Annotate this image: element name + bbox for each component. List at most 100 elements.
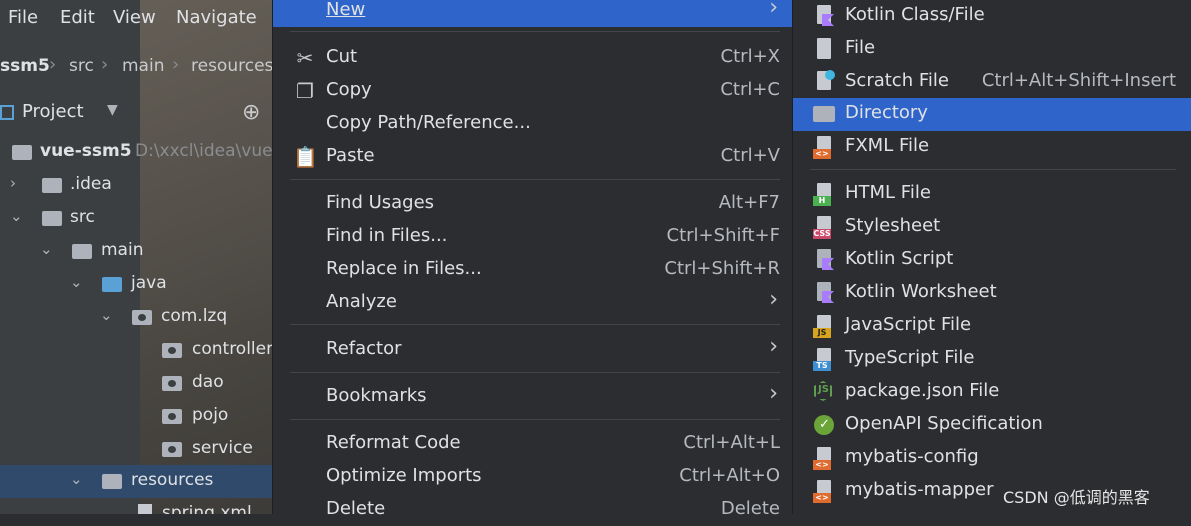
breadcrumb-resources[interactable]: resources <box>191 56 272 76</box>
breadcrumb-src[interactable]: src <box>69 56 94 76</box>
submenu-item-package-json[interactable]: JS package.json File <box>793 376 1191 409</box>
menu-item-label: Bookmarks <box>326 385 427 406</box>
menu-item-analyze[interactable]: Analyze › <box>273 286 792 319</box>
chevron-down-icon[interactable]: ⌄ <box>100 306 113 324</box>
menu-item-label: FXML File <box>845 135 930 156</box>
css-file-icon: CSS <box>813 215 837 239</box>
submenu-item-kotlin-script[interactable]: Kotlin Script <box>793 244 1191 277</box>
tree-item-java[interactable]: ⌄ java <box>0 268 272 301</box>
folder-icon <box>12 145 32 160</box>
tree-label: com.lzq <box>161 306 228 326</box>
tree-label: vue-ssm5 <box>40 141 132 161</box>
tree-item-root[interactable]: vue-ssm5 D:\xxcl\idea\vue <box>0 136 272 169</box>
menu-item-optimize-imports[interactable]: Optimize Imports Ctrl+Alt+O <box>273 460 792 493</box>
crosshair-icon[interactable]: ⊕ <box>242 100 260 125</box>
chevron-right-icon[interactable]: › <box>10 174 16 192</box>
menu-item-label: Copy Path/Reference... <box>326 112 531 133</box>
chevron-down-icon[interactable]: ⌄ <box>10 207 23 225</box>
tree-label: service <box>192 438 253 458</box>
submenu-item-fxml[interactable]: <> FXML File <box>793 131 1191 164</box>
project-toolwindow-header: Project ▼ ⊕ <box>0 97 272 131</box>
tree-item-spring-xml[interactable]: spring.xml <box>0 498 272 514</box>
tree-item-dao[interactable]: dao <box>0 367 272 400</box>
menu-item-label: mybatis-config <box>845 446 979 467</box>
chevron-down-icon[interactable]: ⌄ <box>70 273 83 291</box>
tree-item-com-lzq[interactable]: ⌄ com.lzq <box>0 301 272 334</box>
menu-item-label: Scratch File <box>845 70 949 91</box>
tree-label: controller <box>192 339 272 359</box>
chevron-right-icon: › <box>101 54 109 75</box>
tree-item-src[interactable]: ⌄ src <box>0 202 272 235</box>
scratch-file-icon <box>813 70 837 94</box>
chevron-down-icon[interactable]: ⌄ <box>70 470 83 488</box>
package-icon <box>132 310 152 325</box>
menu-item-paste[interactable]: 📋 Paste Ctrl+V <box>273 140 792 173</box>
shortcut-label: Ctrl+Shift+R <box>664 258 780 279</box>
tree-item-idea[interactable]: › .idea <box>0 169 272 202</box>
menu-separator <box>810 169 1176 170</box>
menu-item-bookmarks[interactable]: Bookmarks › <box>273 380 792 413</box>
submenu-item-scratch-file[interactable]: Scratch File Ctrl+Alt+Shift+Insert <box>793 66 1191 99</box>
shortcut-label: Ctrl+Alt+Shift+Insert <box>981 70 1176 91</box>
menu-item-cut[interactable]: ✂ Cut Ctrl+X <box>273 41 792 74</box>
project-view-title[interactable]: Project <box>22 101 84 122</box>
menu-item-refactor[interactable]: Refactor › <box>273 333 792 366</box>
submenu-arrow-icon: › <box>769 381 778 406</box>
tree-item-service[interactable]: service <box>0 433 272 466</box>
menu-navigate[interactable]: Navigate <box>176 7 257 28</box>
menu-item-label: Refactor <box>326 338 402 359</box>
chevron-down-icon[interactable]: ⌄ <box>40 240 53 258</box>
folder-icon <box>42 178 62 193</box>
project-icon <box>0 105 14 120</box>
menu-item-replace-in-files[interactable]: Replace in Files... Ctrl+Shift+R <box>273 253 792 286</box>
menu-item-label: Kotlin Worksheet <box>845 281 997 302</box>
submenu-item-stylesheet[interactable]: CSS Stylesheet <box>793 211 1191 244</box>
menu-item-label: Reformat Code <box>326 432 461 453</box>
tree-root-path: D:\xxcl\idea\vue <box>135 141 272 161</box>
menu-item-copy-path[interactable]: Copy Path/Reference... <box>273 107 792 140</box>
menu-view[interactable]: View <box>113 7 156 28</box>
menu-item-find-in-files[interactable]: Find in Files... Ctrl+Shift+F <box>273 220 792 253</box>
submenu-item-mybatis-config[interactable]: <> mybatis-config <box>793 442 1191 475</box>
package-icon <box>162 409 182 424</box>
kotlin-class-icon <box>813 4 837 28</box>
tree-label: pojo <box>192 405 229 425</box>
menu-edit[interactable]: Edit <box>60 7 95 28</box>
submenu-item-html[interactable]: H HTML File <box>793 178 1191 211</box>
folder-icon <box>813 102 837 126</box>
menu-item-find-usages[interactable]: Find Usages Alt+F7 <box>273 187 792 220</box>
submenu-item-openapi[interactable]: ✓ OpenAPI Specification <box>793 409 1191 442</box>
tree-item-pojo[interactable]: pojo <box>0 400 272 433</box>
menu-item-label: New <box>326 0 366 20</box>
shortcut-label: Ctrl+Shift+F <box>666 225 780 246</box>
menu-item-new[interactable]: New › <box>273 0 792 27</box>
menu-item-delete[interactable]: Delete Delete <box>273 493 792 526</box>
tree-item-resources[interactable]: ⌄ resources <box>0 465 272 498</box>
submenu-item-directory[interactable]: Directory <box>793 98 1191 131</box>
submenu-item-javascript[interactable]: JS JavaScript File <box>793 310 1191 343</box>
chevron-down-icon[interactable]: ▼ <box>107 102 118 118</box>
breadcrumb-main[interactable]: main <box>122 56 164 76</box>
shortcut-label: Delete <box>720 498 780 519</box>
submenu-item-kotlin-class[interactable]: Kotlin Class/File <box>793 0 1191 33</box>
copy-icon: ❐ <box>296 79 314 103</box>
submenu-item-typescript[interactable]: TS TypeScript File <box>793 343 1191 376</box>
menu-item-label: JavaScript File <box>845 314 972 335</box>
breadcrumb-project[interactable]: ssm5 <box>0 56 50 76</box>
menu-item-reformat-code[interactable]: Reformat Code Ctrl+Alt+L <box>273 427 792 460</box>
typescript-file-icon: TS <box>813 347 837 371</box>
source-folder-icon <box>102 277 122 292</box>
menu-file[interactable]: File <box>8 7 38 28</box>
menu-item-label: Directory <box>845 102 928 123</box>
tree-label: java <box>131 273 167 293</box>
tree-item-controller[interactable]: controller <box>0 334 272 367</box>
menu-separator <box>290 31 780 32</box>
tree-item-main[interactable]: ⌄ main <box>0 235 272 268</box>
submenu-item-kotlin-worksheet[interactable]: Kotlin Worksheet <box>793 277 1191 310</box>
menu-separator <box>290 179 780 180</box>
kotlin-script-icon <box>813 248 837 272</box>
folder-icon <box>72 244 92 259</box>
menu-item-copy[interactable]: ❐ Copy Ctrl+C <box>273 74 792 107</box>
xml-file-icon: <> <box>813 479 837 503</box>
submenu-item-file[interactable]: File <box>793 33 1191 66</box>
